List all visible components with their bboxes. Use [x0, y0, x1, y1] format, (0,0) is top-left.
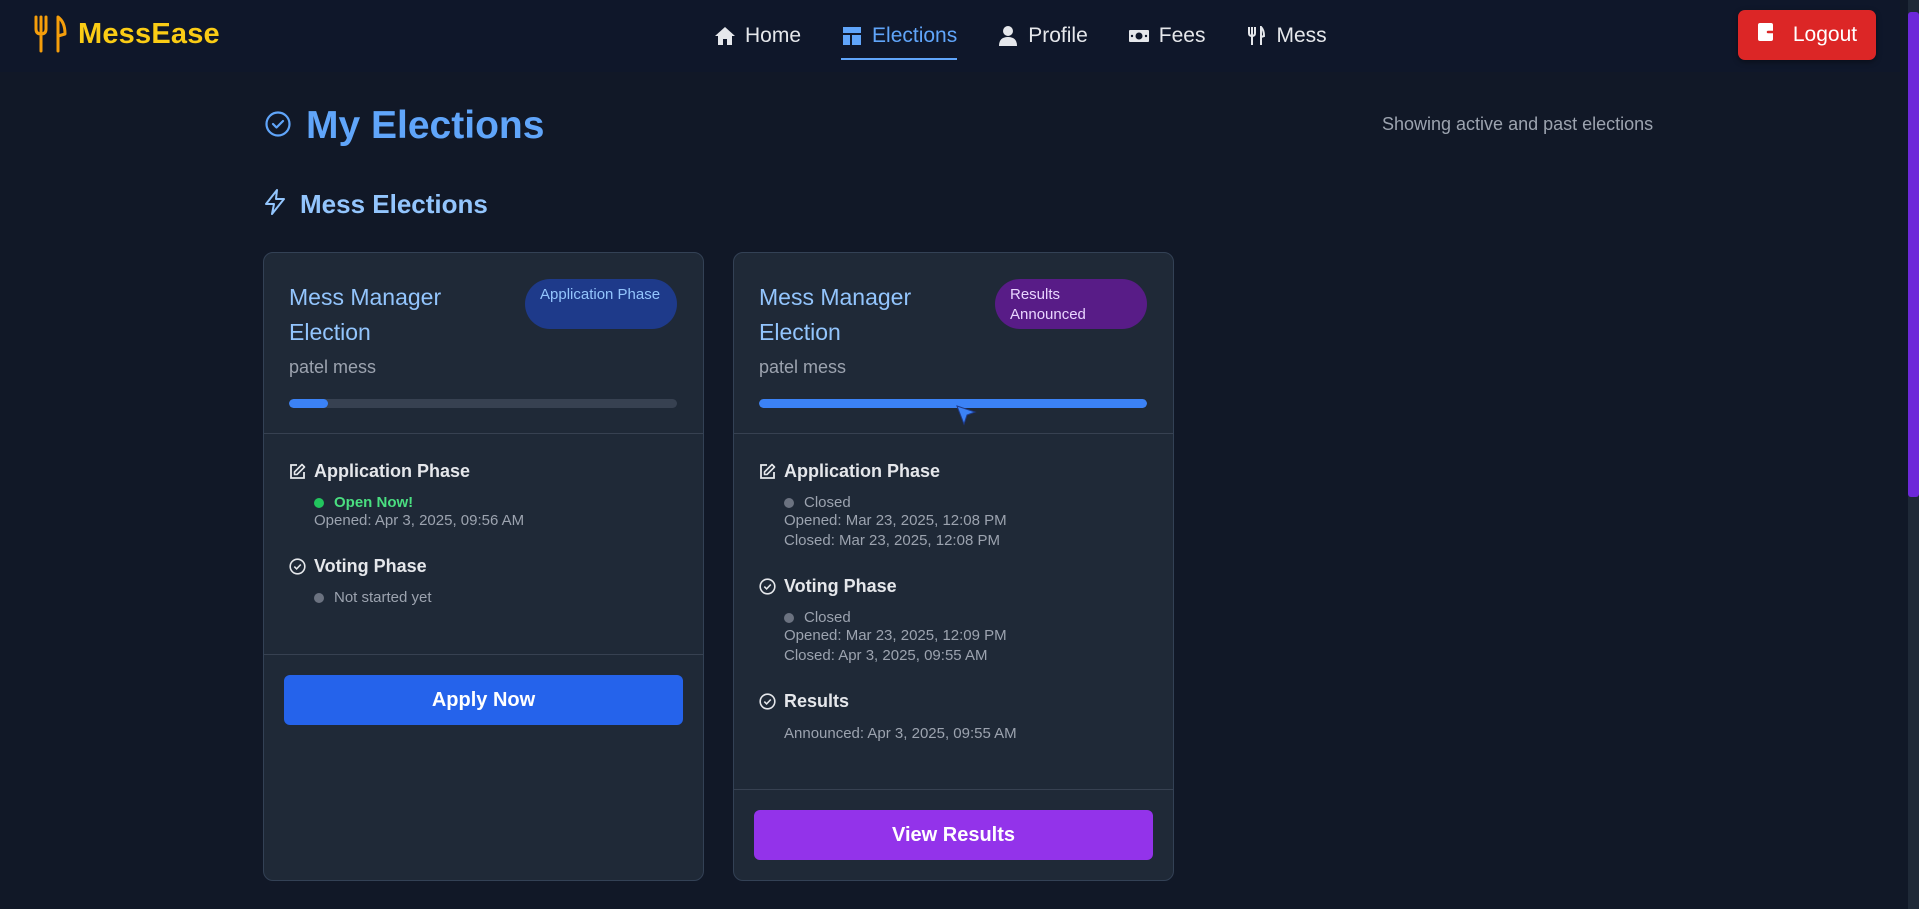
nav-profile[interactable]: Profile	[997, 16, 1088, 56]
status-dot	[784, 497, 794, 508]
check-circle-icon	[264, 110, 292, 143]
brand[interactable]: MessEase	[32, 14, 220, 54]
check-circle-icon	[759, 578, 776, 595]
progress-bar	[289, 399, 677, 408]
phase-date: Opened: Mar 23, 2025, 12:09 PM	[784, 627, 1007, 644]
phase-status: Closed	[784, 494, 1007, 511]
status-badge: Application Phase	[525, 279, 677, 329]
nav-fees-label: Fees	[1158, 24, 1206, 47]
phase-name: Voting Phase	[314, 556, 427, 576]
page-title: My Elections	[306, 104, 545, 147]
phase-date: Opened: Mar 23, 2025, 12:08 PM	[784, 512, 1007, 529]
check-circle-icon	[289, 558, 306, 575]
nav-links: Home Elections Profile Fees Mess	[714, 0, 1367, 72]
status-dot	[314, 592, 324, 603]
nav-elections-label: Elections	[872, 24, 958, 47]
money-icon	[1128, 25, 1150, 47]
apply-now-button[interactable]: Apply Now	[284, 675, 683, 725]
nav-profile-label: Profile	[1028, 24, 1088, 47]
phase-date: Announced: Apr 3, 2025, 09:55 AM	[784, 725, 1017, 742]
divider	[734, 789, 1173, 790]
lightning-icon	[264, 189, 286, 220]
mess-name: patel mess	[759, 357, 847, 377]
utensils-icon	[32, 14, 68, 54]
election-title: Mess Manager Election	[759, 284, 912, 345]
phase-name: Results	[784, 691, 850, 711]
nav-mess-label: Mess	[1276, 24, 1327, 47]
card-header: Mess Manager Election Application Phase …	[264, 253, 703, 434]
phase-voting: Voting Phase Not started yet	[289, 556, 432, 606]
logout-icon	[1757, 22, 1781, 48]
phase-status: Not started yet	[314, 589, 432, 606]
page-subtitle: Showing active and past elections	[1382, 114, 1654, 134]
top-navbar: MessEase Home Elections Profile Fees Mes…	[0, 0, 1900, 72]
logout-button[interactable]: Logout	[1738, 10, 1876, 60]
phase-name: Voting Phase	[784, 576, 897, 596]
ballot-icon	[841, 25, 863, 47]
election-card: Mess Manager Election Results Announced …	[733, 252, 1174, 881]
status-dot	[314, 497, 324, 508]
election-title: Mess Manager Election	[289, 284, 442, 345]
phase-name: Application Phase	[314, 461, 471, 481]
view-results-button[interactable]: View Results	[754, 810, 1153, 860]
mess-name: patel mess	[289, 357, 377, 377]
progress-fill	[289, 399, 328, 408]
edit-icon	[759, 463, 776, 480]
logout-label: Logout	[1792, 23, 1858, 46]
scrollbar-thumb[interactable]	[1908, 12, 1919, 497]
section-header: Mess Elections	[264, 189, 488, 220]
progress-fill	[759, 399, 1147, 408]
phase-voting: Voting Phase Closed Opened: Mar 23, 2025…	[759, 576, 1007, 666]
card-header: Mess Manager Election Results Announced …	[734, 253, 1173, 434]
progress-bar	[759, 399, 1147, 408]
utensils-icon	[1245, 25, 1267, 47]
nav-elections[interactable]: Elections	[841, 16, 958, 60]
phase-date: Closed: Apr 3, 2025, 09:55 AM	[784, 647, 988, 664]
status-text: Open Now!	[334, 494, 414, 511]
nav-fees[interactable]: Fees	[1128, 16, 1206, 56]
check-circle-icon	[759, 693, 776, 710]
nav-home-label: Home	[745, 24, 802, 47]
nav-home[interactable]: Home	[714, 16, 801, 56]
phase-application: Application Phase Open Now! Opened: Apr …	[289, 461, 524, 531]
page-header: My Elections	[264, 104, 544, 148]
phase-status: Closed	[784, 609, 1007, 626]
status-dot	[784, 612, 794, 623]
phase-date: Closed: Mar 23, 2025, 12:08 PM	[784, 532, 1000, 549]
section-title: Mess Elections	[300, 189, 488, 219]
phase-status: Open Now!	[314, 494, 524, 511]
home-icon	[714, 25, 736, 47]
phase-results: Results Announced: Apr 3, 2025, 09:55 AM	[759, 691, 1017, 744]
status-text: Closed	[804, 494, 851, 511]
brand-name: MessEase	[78, 17, 220, 50]
edit-icon	[289, 463, 306, 480]
nav-mess[interactable]: Mess	[1245, 16, 1327, 56]
divider	[264, 654, 703, 655]
election-card: Mess Manager Election Application Phase …	[263, 252, 704, 881]
status-badge: Results Announced	[995, 279, 1147, 329]
phase-application: Application Phase Closed Opened: Mar 23,…	[759, 461, 1007, 551]
phase-date: Opened: Apr 3, 2025, 09:56 AM	[314, 512, 525, 529]
status-text: Closed	[804, 609, 851, 626]
phase-name: Application Phase	[784, 461, 941, 481]
user-icon	[997, 25, 1019, 47]
status-text: Not started yet	[334, 589, 432, 606]
mouse-cursor-icon	[955, 404, 977, 431]
